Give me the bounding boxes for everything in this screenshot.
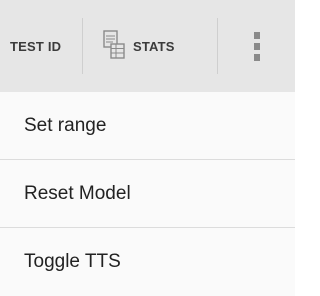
test-id-label: TEST ID: [10, 38, 62, 54]
overflow-dropdown-menu: Set range Reset Model Toggle TTS: [0, 92, 295, 296]
overflow-menu-button[interactable]: [218, 0, 295, 92]
menu-item-reset-model[interactable]: Reset Model: [0, 160, 295, 228]
menu-item-label: Reset Model: [24, 183, 131, 204]
menu-item-set-range[interactable]: Set range: [0, 92, 295, 160]
overflow-menu-icon: [253, 30, 260, 63]
menu-item-toggle-tts[interactable]: Toggle TTS: [0, 228, 295, 296]
action-bar: TEST ID STATS: [0, 0, 295, 92]
menu-item-label: Toggle TTS: [24, 251, 121, 272]
stats-label: STATS: [133, 38, 175, 54]
stats-button[interactable]: STATS: [83, 0, 217, 92]
stats-icon: [101, 28, 127, 64]
test-id-button[interactable]: TEST ID: [0, 0, 82, 92]
app-screen: TEST ID STATS Set range Reset Model Togg…: [0, 0, 295, 296]
menu-item-label: Set range: [24, 115, 107, 136]
